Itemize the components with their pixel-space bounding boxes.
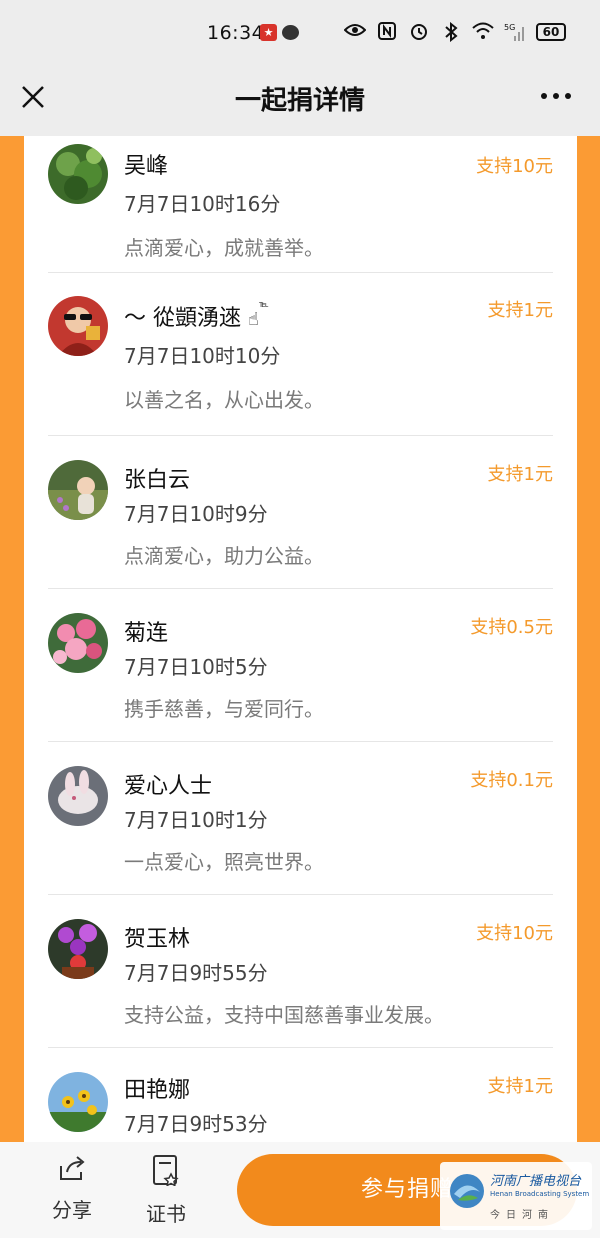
donor-name: 吴峰	[124, 154, 169, 179]
avatar	[48, 460, 108, 520]
page-title: 一起捐详情	[234, 86, 365, 116]
status-icons: 5G 60	[343, 21, 566, 43]
tel-icon: ℡	[258, 300, 269, 310]
certificate-icon	[151, 1155, 181, 1190]
donor-amount: 支持0.1元	[470, 770, 553, 791]
donor-message: 点滴爱心，助力公益。	[124, 544, 324, 568]
donor-time: 7月7日10时5分	[124, 655, 268, 679]
signal-icon: 5G	[504, 22, 526, 42]
divider	[48, 894, 553, 895]
avatar	[48, 919, 108, 979]
broadcaster-logo-icon	[450, 1174, 484, 1208]
nav-bar: 一起捐详情	[0, 64, 600, 136]
divider	[48, 588, 553, 589]
divider	[48, 435, 553, 436]
donor-message: 一点爱心，照亮世界。	[124, 850, 324, 874]
divider	[48, 272, 553, 273]
status-bar: 16:34 ★ 5G 60	[0, 0, 600, 64]
donor-amount: 支持10元	[476, 923, 553, 944]
alarm-icon	[408, 22, 430, 42]
watermark-cn: 河南广播电视台	[490, 1174, 582, 1189]
donor-name: 爱心人士	[124, 774, 213, 799]
list-item[interactable]: 吴峰 7月7日10时16分 点滴爱心，成就善举。 支持10元	[48, 144, 553, 264]
donor-name: 菊连	[124, 621, 169, 646]
list-item[interactable]: 爱心人士 7月7日10时1分 一点爱心，照亮世界。 支持0.1元	[48, 766, 553, 876]
message-notification-icon	[282, 25, 299, 40]
nfc-icon	[376, 22, 398, 42]
donor-name-text: ～ 從顗湧逨	[124, 306, 241, 331]
watermark-sub: 今日河南	[490, 1210, 554, 1221]
donor-amount: 支持0.5元	[470, 617, 553, 638]
donor-message: 支持公益，支持中国慈善事业发展。	[124, 1003, 444, 1027]
list-item[interactable]: 菊连 7月7日10时5分 携手慈善，与爱同行。 支持0.5元	[48, 613, 553, 723]
donor-time: 7月7日9时53分	[124, 1112, 268, 1136]
list-item[interactable]: 贺玉林 7月7日9时55分 支持公益，支持中国慈善事业发展。 支持10元	[48, 919, 553, 1029]
status-time: 16:34	[207, 22, 265, 44]
watermark-en: Henan Broadcasting System	[490, 1190, 590, 1198]
donor-time: 7月7日10时9分	[124, 502, 268, 526]
signal-label: 5G	[504, 23, 515, 32]
donor-amount: 支持1元	[487, 1076, 553, 1097]
certificate-label: 证书	[146, 1202, 186, 1226]
share-button[interactable]: 分享	[42, 1154, 102, 1223]
donor-message: 以善之名，从心出发。	[124, 388, 324, 412]
avatar	[48, 296, 108, 356]
watermark: 河南广播电视台 Henan Broadcasting System 今日河南	[440, 1162, 592, 1230]
donor-amount: 支持10元	[476, 156, 553, 177]
donor-time: 7月7日10时1分	[124, 808, 268, 832]
donor-amount: 支持1元	[487, 300, 553, 321]
donor-name: 贺玉林	[124, 927, 191, 952]
wifi-icon	[472, 22, 494, 42]
share-icon	[57, 1156, 87, 1186]
certificate-button[interactable]: 证书	[136, 1154, 196, 1227]
divider	[48, 1047, 553, 1048]
list-item[interactable]: ～ 從顗湧逨 ☝℡ 7月7日10时10分 以善之名，从心出发。 支持1元	[48, 296, 553, 416]
avatar	[48, 144, 108, 204]
donor-amount: 支持1元	[487, 464, 553, 485]
donor-name: ～ 從顗湧逨 ☝℡	[124, 300, 269, 332]
eye-icon	[343, 22, 367, 42]
avatar	[48, 613, 108, 673]
donor-list: 吴峰 7月7日10时16分 点滴爱心，成就善举。 支持10元 ～ 從顗湧逨 ☝℡…	[24, 136, 577, 1142]
donor-message: 携手慈善，与爱同行。	[124, 697, 324, 721]
donor-time: 7月7日10时16分	[124, 192, 281, 216]
list-item[interactable]: 田艳娜 7月7日9时53分 支持1元	[48, 1072, 553, 1142]
list-item[interactable]: 张白云 7月7日10时9分 点滴爱心，助力公益。 支持1元	[48, 460, 553, 570]
app-notification-icon: ★	[260, 24, 277, 41]
avatar	[48, 766, 108, 826]
hand-emoji-icon: ☝	[248, 309, 259, 330]
donor-time: 7月7日10时10分	[124, 344, 281, 368]
avatar	[48, 1072, 108, 1132]
donor-message: 点滴爱心，成就善举。	[124, 236, 324, 260]
divider	[48, 741, 553, 742]
battery-icon: 60	[536, 23, 566, 41]
donor-time: 7月7日9时55分	[124, 961, 268, 985]
share-label: 分享	[52, 1198, 92, 1222]
donor-name: 张白云	[124, 468, 191, 493]
more-icon[interactable]	[538, 84, 574, 108]
donor-name: 田艳娜	[124, 1078, 191, 1103]
bluetooth-icon	[440, 21, 462, 43]
